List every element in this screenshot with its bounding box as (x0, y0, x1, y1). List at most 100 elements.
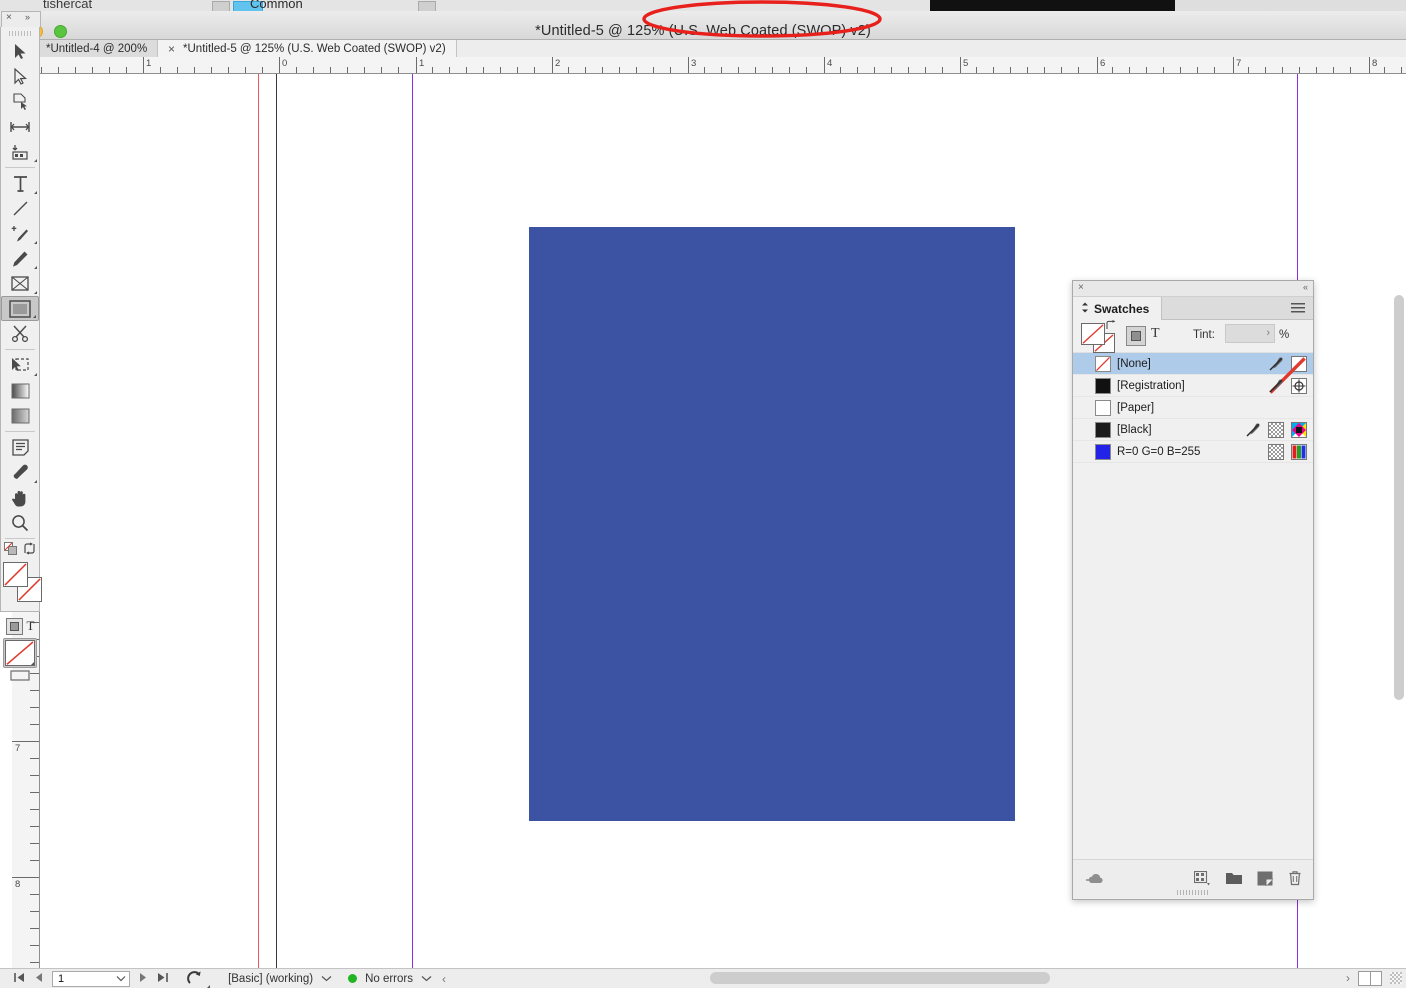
tool-flyout-arrow[interactable] (34, 291, 37, 294)
collapse-icon[interactable]: » (25, 12, 30, 22)
panel-fill-swatch[interactable] (1081, 323, 1105, 345)
panel-titlebar[interactable]: × « (1073, 281, 1313, 297)
ruler-minor-tick (398, 67, 399, 73)
blue-rectangle-object[interactable] (529, 227, 1015, 821)
horizontal-scrollbar[interactable] (470, 971, 1370, 986)
tint-dropdown-icon[interactable]: › (1266, 327, 1270, 339)
ruler-minor-tick (738, 67, 739, 73)
bg-dark-band (930, 0, 1175, 11)
fill-swatch[interactable] (3, 562, 28, 587)
ruler-minor-tick (30, 758, 39, 759)
panel-resize-grip[interactable] (1177, 890, 1209, 895)
collapse-panel-icon[interactable]: « (1303, 282, 1308, 292)
selection-tool[interactable] (1, 39, 39, 64)
gradient-feather-tool[interactable] (1, 403, 39, 428)
ruler-minor-tick (908, 67, 909, 73)
line-tool[interactable] (1, 196, 39, 221)
preflight-profile[interactable]: [Basic] (working) (228, 973, 332, 985)
swatch-row-rgb-blue[interactable]: R=0 G=0 B=255 (1073, 441, 1313, 463)
swap-fill-stroke-icon[interactable] (1106, 320, 1117, 333)
swatch-row-paper[interactable]: [Paper] (1073, 397, 1313, 419)
delete-swatch-icon[interactable] (1287, 870, 1303, 891)
formatting-affects-text-button[interactable]: T (1151, 326, 1160, 342)
page-number-field[interactable]: 1 (52, 970, 130, 987)
swatch-row-none[interactable]: [None] (1073, 353, 1313, 394)
page-number-value: 1 (58, 972, 65, 985)
apply-none-button[interactable] (3, 638, 37, 668)
free-transform-tool[interactable] (1, 353, 39, 378)
resize-grip-icon[interactable] (1390, 972, 1402, 984)
rectangle-tool[interactable] (1, 296, 39, 321)
vertical-scrollbar-thumb[interactable] (1394, 295, 1404, 700)
content-collector-tool[interactable] (1, 139, 39, 164)
tool-flyout-arrow[interactable] (34, 191, 37, 194)
document-tab-untitled-4[interactable]: *Untitled-4 @ 200% (36, 40, 159, 57)
scissors-tool[interactable] (1, 321, 39, 346)
document-tab-untitled-5[interactable]: × *Untitled-5 @ 125% (U.S. Web Coated (S… (158, 40, 457, 57)
new-swatch-icon[interactable] (1257, 871, 1273, 891)
apply-flyout-arrow[interactable] (31, 662, 34, 665)
tool-flyout-arrow[interactable] (33, 315, 36, 318)
tint-input[interactable]: › (1225, 324, 1275, 343)
status-expand-icon[interactable]: ‹ (442, 972, 446, 986)
ruler-minor-tick (721, 67, 722, 73)
last-page-icon[interactable] (157, 972, 168, 986)
ruler-minor-tick (177, 67, 178, 73)
tool-flyout-arrow[interactable] (34, 266, 37, 269)
tool-flyout-arrow[interactable] (34, 373, 37, 376)
previous-page-icon[interactable] (34, 972, 43, 986)
close-icon[interactable]: × (168, 43, 175, 55)
default-fill-stroke-icon[interactable] (4, 541, 18, 561)
new-color-group-icon[interactable] (1193, 870, 1211, 891)
next-page-icon[interactable] (139, 972, 148, 986)
formatting-affects-container-button[interactable] (5, 617, 23, 635)
formatting-affects-container-button[interactable] (1126, 326, 1146, 346)
swatches-list[interactable]: [None] [Registration] [Paper] [Black] R=… (1073, 353, 1313, 463)
zoom-tool[interactable] (1, 510, 39, 535)
pen-tool[interactable] (1, 221, 39, 246)
formatting-affects-text-button[interactable]: T (27, 618, 35, 634)
swatches-panel[interactable]: × « Swatches T Tint: › % [None] [Registr… (1072, 280, 1314, 900)
first-page-icon[interactable] (14, 972, 25, 986)
tab-swatches[interactable]: Swatches (1073, 297, 1163, 320)
spread-view-icon[interactable] (1358, 970, 1382, 986)
direct-selection-tool[interactable] (1, 64, 39, 89)
ruler-minor-tick (75, 67, 76, 73)
frame-tool[interactable] (1, 271, 39, 296)
ruler-minor-tick (1214, 67, 1215, 73)
vertical-scrollbar[interactable] (1392, 280, 1406, 968)
pencil-tool[interactable] (1, 246, 39, 271)
horizontal-ruler[interactable]: 1 0 1 2 3 4 5 6 7 8 (40, 57, 1406, 74)
tool-flyout-arrow[interactable] (34, 159, 37, 162)
new-folder-icon[interactable] (1225, 871, 1243, 890)
tools-panel: × » T (0, 11, 42, 681)
hand-tool[interactable] (1, 485, 39, 510)
chevron-down-icon[interactable] (116, 974, 126, 984)
type-tool[interactable] (1, 171, 39, 196)
tool-flyout-arrow[interactable] (34, 241, 37, 244)
gradient-swatch-tool[interactable] (1, 378, 39, 403)
tool-flyout-arrow[interactable] (34, 480, 37, 483)
preflight-status[interactable]: No errors (348, 973, 432, 985)
statusbar-expand-right-icon[interactable]: › (1346, 971, 1350, 985)
view-mode-button[interactable] (1, 670, 39, 682)
swatch-row-black[interactable]: [Black] (1073, 419, 1313, 441)
swatch-row-registration[interactable]: [Registration] (1073, 375, 1313, 397)
divider (5, 349, 35, 350)
chevron-down-icon[interactable] (421, 973, 432, 985)
page-tool[interactable] (1, 89, 39, 114)
gap-tool[interactable] (1, 114, 39, 139)
horizontal-scrollbar-thumb[interactable] (710, 972, 1050, 984)
ruler-minor-tick (500, 67, 501, 73)
chevron-down-icon[interactable] (321, 973, 332, 985)
panel-menu-icon[interactable] (1291, 303, 1305, 314)
swap-fill-stroke-icon[interactable] (23, 542, 36, 560)
page-transition-icon[interactable] (187, 970, 211, 988)
note-tool[interactable] (1, 435, 39, 460)
drag-grip[interactable] (9, 31, 33, 36)
close-icon[interactable]: × (1078, 282, 1084, 293)
eyedropper-tool[interactable] (1, 460, 39, 485)
cc-library-icon[interactable] (1085, 870, 1105, 891)
swatch-row-icons (1268, 356, 1307, 394)
close-icon[interactable]: × (6, 12, 12, 23)
